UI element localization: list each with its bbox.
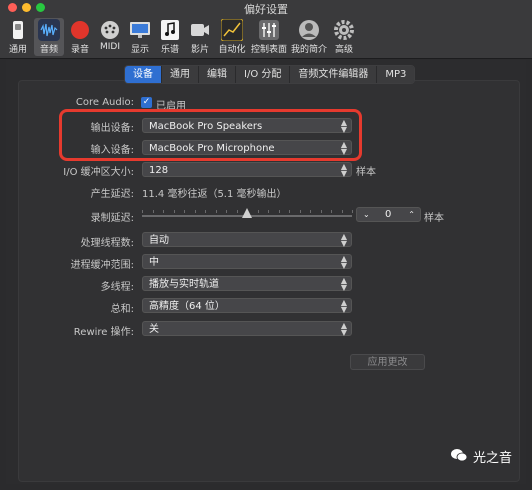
slider-tick [142, 210, 143, 213]
toolbar-record[interactable]: 录音 [66, 18, 94, 56]
slider-tick [194, 210, 196, 213]
process-buffer-label: 进程缓冲范围: [70, 260, 134, 271]
multithreading-select[interactable]: 播放与实时轨道 ▲ ▼ [142, 276, 352, 292]
slider-tick [205, 210, 206, 213]
record-delay-slider-thumb[interactable] [242, 208, 252, 218]
automation-icon [220, 18, 244, 42]
toolbar-my-info[interactable]: 我的简介 [290, 18, 328, 56]
multithreading-label: 多线程: [100, 282, 134, 293]
midi-connector-icon [99, 19, 121, 41]
audio-waveform-icon [38, 19, 60, 41]
chevron-updown-icon: ▲ ▼ [340, 232, 347, 248]
summing-select[interactable]: 高精度（64 位） ▲ ▼ [142, 298, 352, 314]
slider-tick [163, 210, 164, 213]
toolbar-general[interactable]: 通用 [4, 18, 32, 56]
latency-value: 11.4 毫秒往返（5.1 毫秒输出） [142, 189, 287, 200]
tab-general[interactable]: 通用 [162, 66, 199, 83]
control-surface-icon [258, 19, 280, 41]
preferences-window: 偏好设置 通用 音频 录音 MIDI 显示 乐谱 影片 自动化 控制表面 我的简… [0, 0, 532, 490]
window-title: 偏好设置 [244, 3, 288, 16]
slider-tick [299, 210, 301, 213]
io-buffer-select[interactable]: 128 ▲ ▼ [142, 162, 352, 178]
chevron-updown-icon: ▲ ▼ [340, 298, 347, 314]
tab-devices[interactable]: 设备 [125, 66, 162, 83]
slider-tick [257, 210, 259, 213]
record-delay-stepper[interactable]: ⌄ 0 ⌃ [356, 207, 421, 222]
slider-tick [173, 210, 175, 213]
film-icon [189, 19, 211, 41]
display-monitor-icon [129, 19, 151, 41]
io-buffer-unit: 样本 [356, 167, 376, 178]
slider-tick [289, 210, 290, 213]
core-audio-label: Core Audio: [75, 97, 134, 108]
toolbar-midi[interactable]: MIDI [96, 18, 124, 56]
threads-label: 处理线程数: [80, 238, 134, 249]
tab-bar: 设备 通用 编辑 I/O 分配 音频文件编辑器 MP3 [124, 65, 416, 84]
summing-label: 总和: [110, 304, 134, 315]
slider-tick [215, 210, 217, 213]
toolbar-score[interactable]: 乐谱 [156, 18, 184, 56]
slider-tick [268, 210, 269, 213]
rewire-select[interactable]: 关 ▲ ▼ [142, 321, 352, 337]
slider-tick [184, 210, 185, 213]
slider-tick [236, 210, 238, 213]
tab-io-assignments[interactable]: I/O 分配 [236, 66, 291, 83]
music-score-icon [159, 19, 181, 41]
toolbar-control-surfaces[interactable]: 控制表面 [250, 18, 288, 56]
highlight-annotation [59, 109, 362, 161]
chevron-updown-icon: ▲ ▼ [340, 276, 347, 292]
chevron-updown-icon: ▲ ▼ [340, 254, 347, 270]
chevron-updown-icon: ▲ ▼ [340, 321, 347, 337]
general-switch-icon [7, 19, 29, 41]
slider-tick [310, 210, 311, 213]
content-area: 设备 通用 编辑 I/O 分配 音频文件编辑器 MP3 Core Audio: … [6, 60, 526, 484]
toolbar-advanced[interactable]: 高级 [330, 18, 358, 56]
record-delay-value: 0 [385, 209, 392, 220]
slider-tick [341, 210, 343, 213]
slider-tick [278, 210, 280, 213]
chevron-down-icon: ⌄ [363, 210, 370, 219]
watermark: 光之音 [450, 447, 512, 466]
threads-select[interactable]: 自动 ▲ ▼ [142, 232, 352, 248]
tab-editing[interactable]: 编辑 [199, 66, 236, 83]
slider-tick [226, 210, 227, 213]
toolbar-display[interactable]: 显示 [126, 18, 154, 56]
tab-mp3[interactable]: MP3 [377, 66, 415, 83]
rewire-label: Rewire 操作: [73, 327, 134, 338]
latency-label: 产生延迟: [90, 189, 134, 200]
profile-icon [298, 19, 320, 41]
toolbar-audio[interactable]: 音频 [34, 18, 64, 56]
wechat-icon [450, 449, 467, 462]
record-icon [69, 19, 91, 41]
slider-tick [320, 210, 322, 213]
tab-audio-file-editor[interactable]: 音频文件编辑器 [290, 66, 378, 83]
chevron-up-icon: ⌃ [408, 210, 415, 219]
toolbar: 通用 音频 录音 MIDI 显示 乐谱 影片 自动化 控制表面 我的简介 高级 [0, 16, 532, 59]
core-audio-checkbox[interactable]: ✓ [141, 97, 152, 108]
record-delay-unit: 样本 [424, 213, 444, 224]
title-bar: 偏好设置 [0, 0, 532, 16]
apply-changes-button[interactable]: 应用更改 [350, 354, 425, 370]
record-delay-label: 录制延迟: [90, 213, 134, 224]
slider-tick [352, 210, 353, 213]
slider-tick [152, 210, 154, 213]
gear-icon [333, 19, 355, 41]
chevron-updown-icon: ▲ ▼ [340, 162, 347, 178]
slider-tick [331, 210, 332, 213]
toolbar-movie[interactable]: 影片 [186, 18, 214, 56]
process-buffer-select[interactable]: 中 ▲ ▼ [142, 254, 352, 270]
watermark-text: 光之音 [472, 451, 512, 466]
toolbar-automation[interactable]: 自动化 [216, 18, 248, 56]
io-buffer-label: I/O 缓冲区大小: [63, 167, 134, 178]
